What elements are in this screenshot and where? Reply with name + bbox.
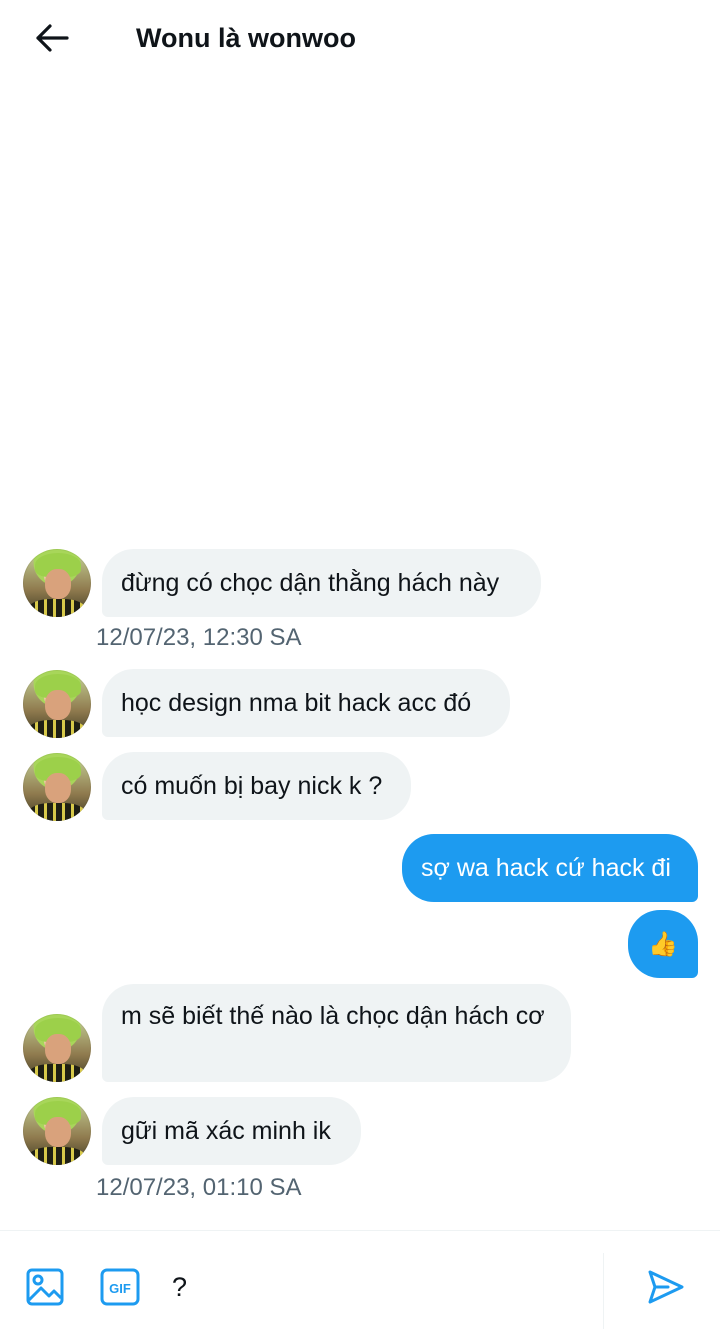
conversation-header: Wonu là wonwoo: [0, 0, 720, 78]
message-composer: GIF: [0, 1230, 720, 1329]
image-icon: [26, 1268, 64, 1306]
add-gif-button[interactable]: GIF: [96, 1263, 144, 1311]
message-thread[interactable]: đừng có chọc dận thằng hách này 12/07/23…: [0, 78, 720, 1230]
message-bubble-received[interactable]: học design nma bit hack acc đó: [102, 669, 510, 737]
avatar[interactable]: [23, 1014, 91, 1082]
message-bubble-received[interactable]: đừng có chọc dận thằng hách này: [102, 549, 541, 617]
gif-label: GIF: [109, 1281, 131, 1296]
arrow-left-icon: [36, 24, 69, 52]
message-bubble-sent-emoji[interactable]: 👍: [628, 910, 698, 978]
send-button[interactable]: [642, 1263, 690, 1311]
conversation-title[interactable]: Wonu là wonwoo: [136, 20, 356, 56]
send-icon: [648, 1270, 684, 1304]
thumbs-up-icon: 👍: [648, 931, 678, 958]
message-timestamp: 12/07/23, 12:30 SA: [96, 624, 302, 651]
composer-divider: [603, 1253, 604, 1329]
gif-icon: GIF: [100, 1268, 140, 1306]
avatar[interactable]: [23, 549, 91, 617]
avatar[interactable]: [23, 1097, 91, 1165]
add-image-button[interactable]: [21, 1263, 69, 1311]
message-bubble-received[interactable]: gữi mã xác minh ik: [102, 1097, 361, 1165]
avatar[interactable]: [23, 670, 91, 738]
message-bubble-received[interactable]: m sẽ biết thế nào là chọc dận hách cơ: [102, 984, 571, 1082]
message-timestamp: 12/07/23, 01:10 SA: [96, 1174, 302, 1201]
message-bubble-sent[interactable]: sợ wa hack cứ hack đi: [402, 834, 698, 902]
message-bubble-received[interactable]: có muốn bị bay nick k ?: [102, 752, 411, 820]
message-input[interactable]: [172, 1267, 572, 1307]
avatar[interactable]: [23, 753, 91, 821]
back-button[interactable]: [28, 16, 76, 60]
